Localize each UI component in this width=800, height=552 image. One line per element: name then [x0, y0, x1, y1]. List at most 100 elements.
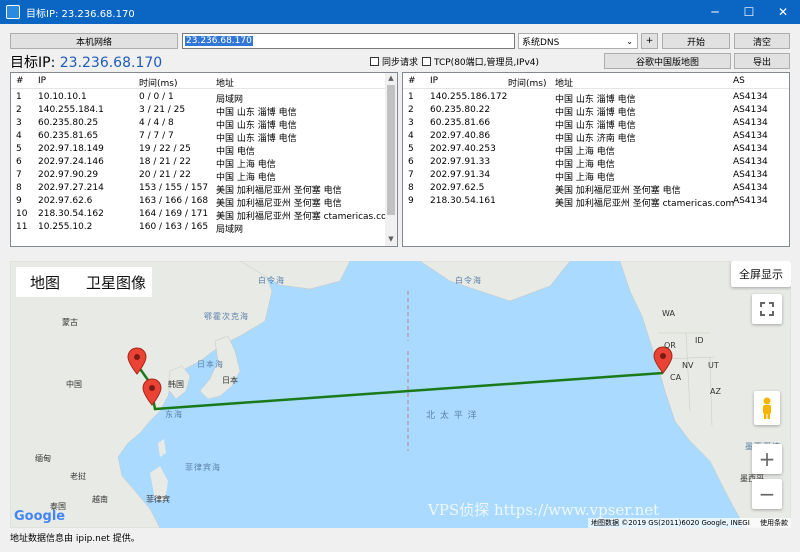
close-button[interactable]: ✕ [766, 0, 800, 24]
table-cell: 5 [408, 144, 414, 154]
table-row[interactable]: 8 202.97.62.5 美国 加利福尼亚州 圣何塞 电信 AS4134 [403, 182, 789, 196]
table-cell: 164 / 169 / 171 [139, 209, 209, 219]
map-label-nv: NV [682, 361, 694, 370]
target-ip-link[interactable]: 23.236.68.170 [60, 55, 162, 71]
map-label-az: AZ [710, 387, 721, 396]
table-row[interactable]: 6 202.97.91.33 中国 上海 电信 AS4134 [403, 156, 789, 170]
map-label-id: ID [695, 336, 704, 345]
table-cell: 8 [16, 183, 22, 193]
map-type-tabs: 地图 卫星图像 [16, 267, 152, 297]
table-cell: 1 [16, 92, 22, 102]
minimize-button[interactable]: ─ [698, 0, 732, 24]
google-map-button[interactable]: 谷歌中国版地图 [604, 53, 731, 69]
table-row[interactable]: 8 202.97.27.214 153 / 155 / 157 美国 加利福尼亚州 圣… [11, 182, 397, 196]
dns-select-value: 系统DNS [522, 37, 560, 48]
table-row[interactable]: 5 202.97.40.253 中国 上海 电信 AS4134 [403, 143, 789, 157]
table-row[interactable]: 2 60.235.80.22 中国 山东 淄博 电信 AS4134 [403, 104, 789, 118]
table-cell: 7 / 7 / 7 [139, 131, 174, 141]
col-ip: IP [430, 76, 439, 86]
title-bar: 目标IP: 23.236.68.170 ─ ☐ ✕ [0, 0, 800, 24]
zoom-out-button[interactable]: − [752, 479, 782, 509]
table-cell: 160 / 163 / 165 [139, 222, 209, 232]
table-cell: 7 [408, 170, 414, 180]
attribution-text: 地图数据 ©2019 GS(2011)6020 Google, INEGI [591, 519, 750, 527]
pegman-icon[interactable] [754, 391, 780, 425]
map-label-china: 中国 [66, 380, 82, 389]
table-row[interactable]: 2 140.255.184.1 3 / 21 / 25 中国 山东 淄博 电信 [11, 104, 397, 118]
table-row[interactable]: 9 202.97.62.6 163 / 166 / 168 美国 加利福尼亚州 圣何塞… [11, 195, 397, 209]
table-row[interactable]: 1 140.255.186.172 中国 山东 淄博 电信 AS4134 [403, 91, 789, 105]
clear-button[interactable]: 清空 [734, 33, 790, 49]
table-row[interactable]: 9 218.30.54.161 美国 加利福尼亚州 圣何塞 ctamericas.c… [403, 195, 789, 209]
col-index: # [408, 76, 416, 86]
status-footer: 地址数据信息由 ipip.net 提供。 [10, 534, 140, 544]
right-trace-table[interactable]: # IP 时间(ms) 地址 AS 1 140.255.186.172 中国 山东 … [402, 72, 790, 247]
table-cell: 202.97.62.5 [430, 183, 485, 193]
map-view[interactable]: 蒙古 中国 韩国 日本海 日本 东海 菲律宾海 缅甸 老挝 越南 泰国 菲律宾 … [10, 261, 791, 528]
map-pin-icon[interactable] [653, 346, 673, 374]
col-address: 地址 [216, 79, 235, 89]
ip-input[interactable]: 23.236.68.170 [182, 33, 515, 49]
scroll-up-icon[interactable]: ▲ [385, 74, 397, 84]
scroll-down-icon[interactable]: ▼ [385, 235, 397, 245]
left-scrollbar[interactable]: ▲ ▼ [385, 73, 397, 246]
map-label-japan: 日本 [222, 376, 238, 385]
table-cell: AS4134 [733, 157, 768, 167]
table-cell: 60.235.80.22 [430, 105, 491, 115]
table-row[interactable]: 7 202.97.90.29 20 / 21 / 22 中国 上海 电信 [11, 169, 397, 183]
tcp-label: TCP(80端口,管理员,IPv4) [434, 58, 540, 68]
table-row[interactable]: 3 60.235.80.25 4 / 4 / 8 中国 山东 淄博 电信 [11, 117, 397, 131]
table-row[interactable]: 5 202.97.18.149 19 / 22 / 25 中国 电信 [11, 143, 397, 157]
table-cell: 11 [16, 222, 28, 232]
sync-request-checkbox[interactable]: 同步请求 [370, 55, 418, 68]
table-cell: 9 [16, 196, 22, 206]
table-cell: 10 [16, 209, 28, 219]
table-row[interactable]: 7 202.97.91.34 中国 上海 电信 AS4134 [403, 169, 789, 183]
tcp-checkbox[interactable]: TCP(80端口,管理员,IPv4) [422, 55, 539, 68]
table-cell: 140.255.186.172 [430, 92, 508, 102]
local-network-button[interactable]: 本机网络 [10, 33, 178, 49]
table-row[interactable]: 6 202.97.24.146 18 / 21 / 22 中国 上海 电信 [11, 156, 397, 170]
table-cell: 19 / 22 / 25 [139, 144, 191, 154]
tab-satellite[interactable]: 卫星图像 [86, 272, 146, 293]
taiwan-land [158, 439, 166, 457]
left-trace-table[interactable]: # IP 时间(ms) 地址 1 10.10.10.1 0 / 0 / 1 局域网 2 1… [10, 72, 398, 247]
table-row[interactable]: 4 202.97.40.86 中国 山东 济南 电信 AS4134 [403, 130, 789, 144]
table-row[interactable]: 4 60.235.81.65 7 / 7 / 7 中国 山东 淄博 电信 [11, 130, 397, 144]
table-cell: AS4134 [733, 131, 768, 141]
fullscreen-icon[interactable] [752, 294, 782, 324]
scroll-thumb[interactable] [387, 85, 395, 215]
tab-map[interactable]: 地图 [30, 272, 60, 293]
table-row[interactable]: 3 60.235.81.66 中国 山东 淄博 电信 AS4134 [403, 117, 789, 131]
dns-select[interactable]: 系统DNS ⌄ [518, 33, 638, 49]
table-cell: 202.97.62.6 [38, 196, 93, 206]
map-label-mongolia: 蒙古 [62, 318, 78, 327]
fullscreen-text-button[interactable]: 全屏显示 [731, 261, 791, 287]
table-row[interactable]: 10 218.30.54.162 164 / 169 / 171 美国 加利福尼亚州 … [11, 208, 397, 222]
table-cell: 2 [16, 105, 22, 115]
target-label-text: 目标IP: [10, 55, 60, 71]
app-icon [6, 5, 20, 19]
add-button[interactable]: + [641, 33, 658, 49]
table-row[interactable]: 1 10.10.10.1 0 / 0 / 1 局域网 [11, 91, 397, 105]
terms-link[interactable]: 使用条款 [760, 519, 788, 527]
export-button[interactable]: 导出 [734, 53, 790, 69]
maximize-button[interactable]: ☐ [732, 0, 766, 24]
col-ip: IP [38, 76, 47, 86]
map-label-philippine-sea: 菲律宾海 [185, 463, 221, 472]
table-cell: 10.255.10.2 [38, 222, 93, 232]
zoom-in-button[interactable]: + [752, 444, 782, 474]
map-label-philippines: 菲律宾 [146, 495, 170, 504]
table-cell: 局域网 [216, 225, 244, 235]
map-pin-icon[interactable] [127, 347, 147, 375]
table-cell: AS4134 [733, 170, 768, 180]
table-row[interactable]: 11 10.255.10.2 160 / 163 / 165 局域网 [11, 221, 397, 235]
table-cell: 4 [408, 131, 414, 141]
table-cell: 218.30.54.161 [430, 196, 496, 206]
table-header: # IP 时间(ms) 地址 AS [403, 73, 789, 89]
map-pin-icon[interactable] [142, 378, 162, 406]
map-label-korea: 韩国 [168, 380, 184, 389]
start-button[interactable]: 开始 [662, 33, 730, 49]
map-label-ca: CA [670, 373, 682, 382]
map-label-or: OR [664, 341, 676, 350]
